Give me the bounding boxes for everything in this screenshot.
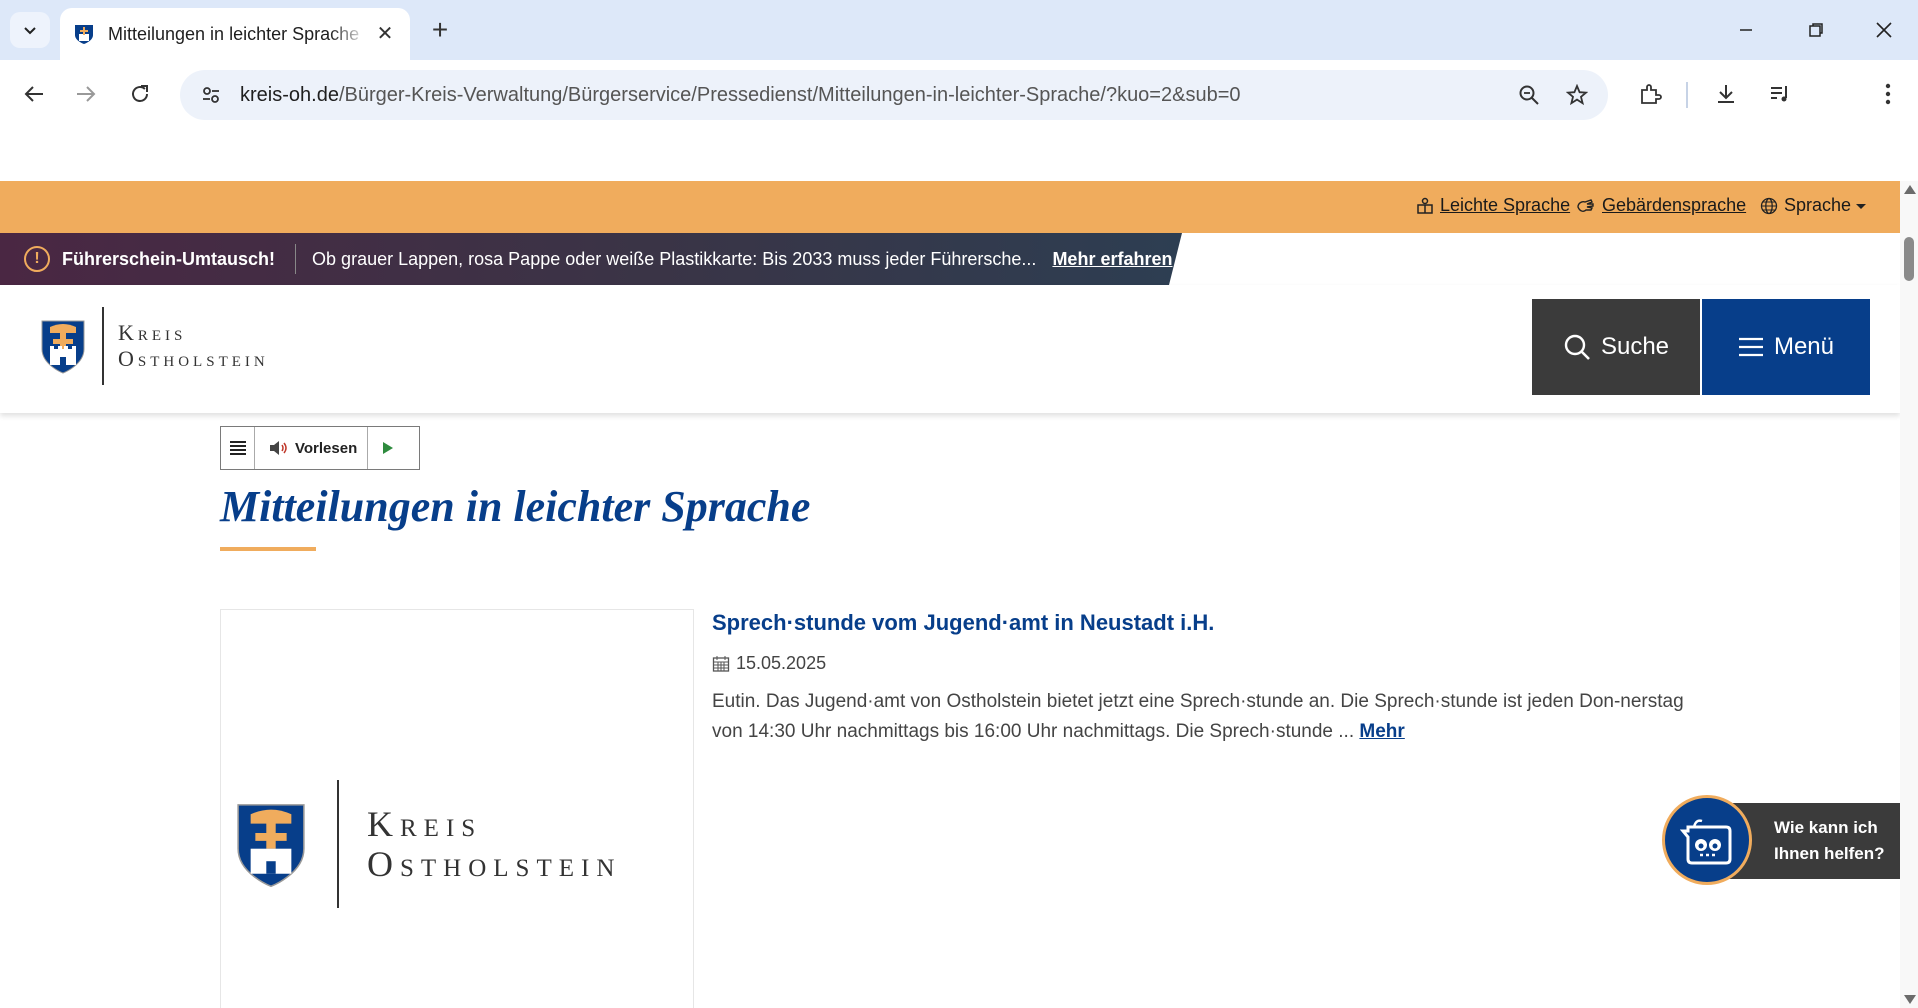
site-menu-button[interactable]: Menü (1702, 299, 1870, 395)
crest-icon (41, 320, 85, 374)
crest-icon (237, 804, 305, 888)
logo-wordmark: Kreis Ostholstein (118, 320, 269, 372)
article-excerpt: Eutin. Das Jugend·amt von Ostholstein bi… (712, 687, 1702, 747)
page-scrollbar[interactable] (1900, 181, 1918, 1008)
article-excerpt-text: Eutin. Das Jugend·amt von Ostholstein bi… (712, 691, 1684, 742)
new-tab-button[interactable]: + (424, 14, 456, 46)
site-header: Kreis Ostholstein Suche Menü (0, 285, 1900, 413)
page-title: Mitteilungen in leichter Sprache (220, 482, 811, 531)
browser-tabbar: Mitteilungen in leichter Sprache ✕ + (0, 0, 1918, 60)
menu-label: Menü (1773, 333, 1835, 360)
article-more-link[interactable]: Mehr (1359, 721, 1404, 742)
site-search-button[interactable]: Suche (1532, 299, 1700, 395)
chatbot-avatar[interactable] (1662, 795, 1752, 885)
chatbot-line-2: Ihnen helfen? (1774, 844, 1885, 863)
hamburger-icon (1738, 337, 1763, 357)
logo-line-1: Kreis (118, 320, 187, 345)
language-label: Sprache (1784, 195, 1852, 215)
restore-window-icon[interactable] (1794, 10, 1838, 50)
alert-banner: ! Führerschein-Umtausch! Ob grauer Lappe… (0, 233, 1182, 285)
alert-divider (295, 244, 297, 274)
readspeaker-read-button[interactable]: Vorlesen (255, 427, 369, 469)
easy-language-icon (1417, 197, 1433, 214)
accessibility-bar: Leichte Sprache Gebärdensprache Sprache (0, 181, 1900, 233)
browser-menu-icon[interactable] (1868, 74, 1908, 114)
close-tab-icon[interactable]: ✕ (374, 22, 396, 45)
readspeaker-menu-button[interactable] (221, 427, 255, 469)
forward-icon[interactable] (66, 74, 106, 114)
readspeaker-widget: Vorlesen (220, 426, 420, 470)
article-title-link[interactable]: Sprech·stunde vom Jugend·amt in Neustadt… (712, 610, 1214, 636)
chatbot-widget[interactable]: Wie kann ich Ihnen helfen? (1662, 795, 1900, 885)
logo-line-1: Kreis (367, 804, 483, 844)
browser-tab-active[interactable]: Mitteilungen in leichter Sprache ✕ (60, 8, 410, 60)
logo-divider (337, 780, 339, 908)
scroll-thumb[interactable] (1904, 237, 1914, 281)
search-icon (1564, 334, 1590, 360)
alert-more-link[interactable]: Mehr erfahren (1052, 249, 1172, 270)
calendar-icon (712, 655, 730, 672)
logo-wordmark: Kreis Ostholstein (367, 804, 621, 884)
list-icon (229, 441, 246, 455)
readspeaker-label: Vorlesen (295, 439, 358, 457)
language-selector[interactable]: Sprache (1760, 195, 1873, 216)
article-date: 15.05.2025 (712, 653, 826, 674)
reload-icon[interactable] (120, 74, 160, 114)
scroll-down-arrow-icon[interactable] (1904, 995, 1916, 1004)
toolbar-separator (1686, 82, 1688, 108)
scroll-up-arrow-icon[interactable] (1904, 185, 1916, 194)
speaker-icon (270, 441, 287, 455)
globe-icon (1760, 197, 1778, 214)
minimize-window-icon[interactable] (1724, 10, 1768, 50)
play-icon (383, 442, 394, 454)
media-controls-icon[interactable] (1760, 74, 1800, 114)
chatbot-line-1: Wie kann ich (1774, 818, 1878, 837)
chevron-down-icon (24, 27, 36, 35)
logo-line-2: Ostholstein (367, 844, 622, 884)
alert-title: Führerschein-Umtausch! (62, 248, 276, 269)
robot-face-icon (1680, 819, 1732, 865)
tab-search-button[interactable] (10, 12, 50, 48)
url-text: kreis-oh.de/Bürger-Kreis-Verwaltung/Bürg… (240, 84, 1241, 107)
close-window-icon[interactable] (1862, 10, 1906, 50)
alert-exclamation-icon: ! (24, 246, 50, 272)
favicon-crest-icon (75, 25, 93, 44)
url-host: kreis-oh.de (240, 83, 339, 106)
title-underline (220, 547, 316, 551)
article-image-logo: Kreis Ostholstein (235, 780, 621, 908)
tab-title: Mitteilungen in leichter Sprache (108, 23, 360, 44)
article-image[interactable]: Kreis Ostholstein (220, 609, 694, 1008)
page-viewport: Leichte Sprache Gebärdensprache Sprache … (0, 181, 1900, 1008)
easy-language-label: Leichte Sprache (1440, 195, 1571, 215)
zoom-icon[interactable] (1512, 78, 1546, 112)
back-icon[interactable] (14, 74, 54, 114)
sign-language-hand-icon (1577, 198, 1594, 212)
logo-line-2: Ostholstein (118, 346, 269, 371)
readspeaker-play-button[interactable] (368, 441, 408, 455)
browser-toolbar: kreis-oh.de/Bürger-Kreis-Verwaltung/Bürg… (0, 60, 1918, 128)
search-label: Suche (1600, 333, 1670, 360)
caret-down-icon (1856, 203, 1867, 209)
logo-divider (102, 307, 104, 385)
site-logo[interactable]: Kreis Ostholstein (40, 307, 269, 385)
site-info-icon[interactable] (194, 78, 228, 112)
sign-language-label: Gebärdensprache (1602, 195, 1747, 215)
easy-language-link[interactable]: Leichte Sprache (1416, 195, 1570, 216)
bookmark-star-icon[interactable] (1560, 78, 1594, 112)
address-bar[interactable]: kreis-oh.de/Bürger-Kreis-Verwaltung/Bürg… (180, 70, 1608, 120)
alert-text: Ob grauer Lappen, rosa Pappe oder weiße … (312, 248, 1037, 269)
downloads-icon[interactable] (1706, 74, 1746, 114)
sign-language-link[interactable]: Gebärdensprache (1576, 195, 1746, 216)
extensions-icon[interactable] (1630, 74, 1670, 114)
url-path: /Bürger-Kreis-Verwaltung/Bürgerservice/P… (338, 83, 1241, 106)
article-date-text: 15.05.2025 (736, 653, 827, 673)
